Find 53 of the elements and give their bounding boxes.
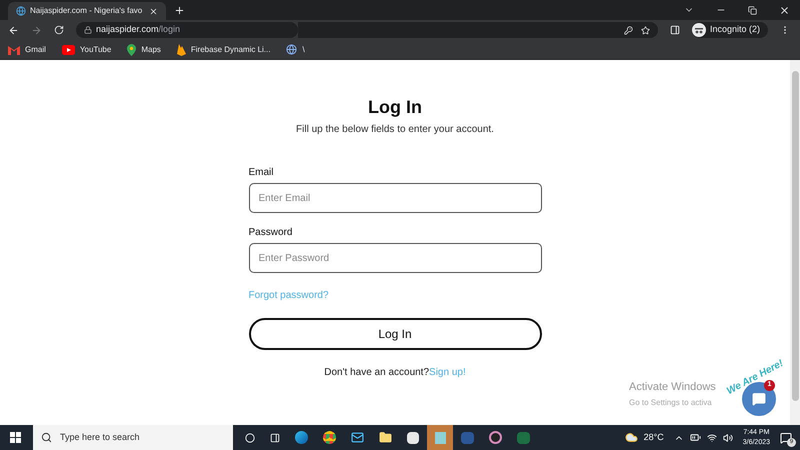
activation-hint: Go to Settings to activa [629,397,713,409]
field-label: Email [248,167,275,179]
map-pin-icon [127,44,136,56]
weather-icon [624,431,638,444]
browser-tab[interactable]: Naijaspider.com - Nigeria's favo [8,2,166,20]
url-path: /login [158,23,180,36]
site-icon [16,6,26,16]
bookmark[interactable]: Gmail [8,44,46,56]
task-view-icon[interactable] [270,432,280,442]
wifi-icon[interactable] [706,432,717,442]
mail-icon [8,44,20,54]
bookmark[interactable]: Firebase Dynamic Li... [176,44,270,56]
globe-icon [286,44,298,55]
folder-icon[interactable] [379,431,392,444]
signup-prompt: Don't have an account? [324,366,430,380]
incognito-icon [692,23,706,37]
profile-chip[interactable]: Incognito (2) [692,22,768,38]
page-subtitle: Fill up the below fields to enter your account. [296,123,494,137]
field-label: Password [248,227,294,239]
cortana-icon[interactable] [245,432,255,442]
weather-temperature: 28°C [644,430,664,444]
new-tab-icon[interactable] [174,5,185,16]
volume-icon[interactable] [722,432,733,442]
battery-icon[interactable] [690,432,701,443]
scrollbar-thumb[interactable] [792,71,798,401]
restore-icon[interactable] [748,6,757,14]
mail-icon[interactable] [351,431,364,444]
address-bar[interactable]: naijaspider.com/login [76,22,298,38]
reload-icon[interactable] [54,25,64,35]
activation-title: Activate Windows [629,381,716,394]
windows-start-icon[interactable] [10,432,21,443]
bookmark[interactable]: YouTube [62,44,112,56]
forward-icon[interactable] [31,24,42,36]
chat-icon [752,392,766,406]
notification-icon [780,432,792,444]
login-button[interactable]: Log In [248,318,542,350]
key-icon[interactable] [624,26,633,34]
flame-icon [176,44,186,56]
bookmark[interactable]: Maps [127,44,161,56]
play-icon [62,44,75,54]
close-tab-icon[interactable] [149,6,158,16]
input-field[interactable]: Enter Email [248,183,542,213]
lock-icon [84,26,92,34]
page-title: Log In [368,96,422,118]
bookmark-star-icon[interactable] [641,26,650,34]
bookmark[interactable]: \ [286,44,305,56]
url-host: naijaspider.com [96,23,159,36]
close-icon[interactable] [779,4,790,16]
side-panel-icon[interactable] [670,25,680,35]
taskbar-search-field[interactable]: Type here to search [33,425,233,450]
back-icon[interactable] [8,24,19,36]
search-icon [41,432,52,443]
input-field[interactable]: Enter Password [248,243,542,273]
